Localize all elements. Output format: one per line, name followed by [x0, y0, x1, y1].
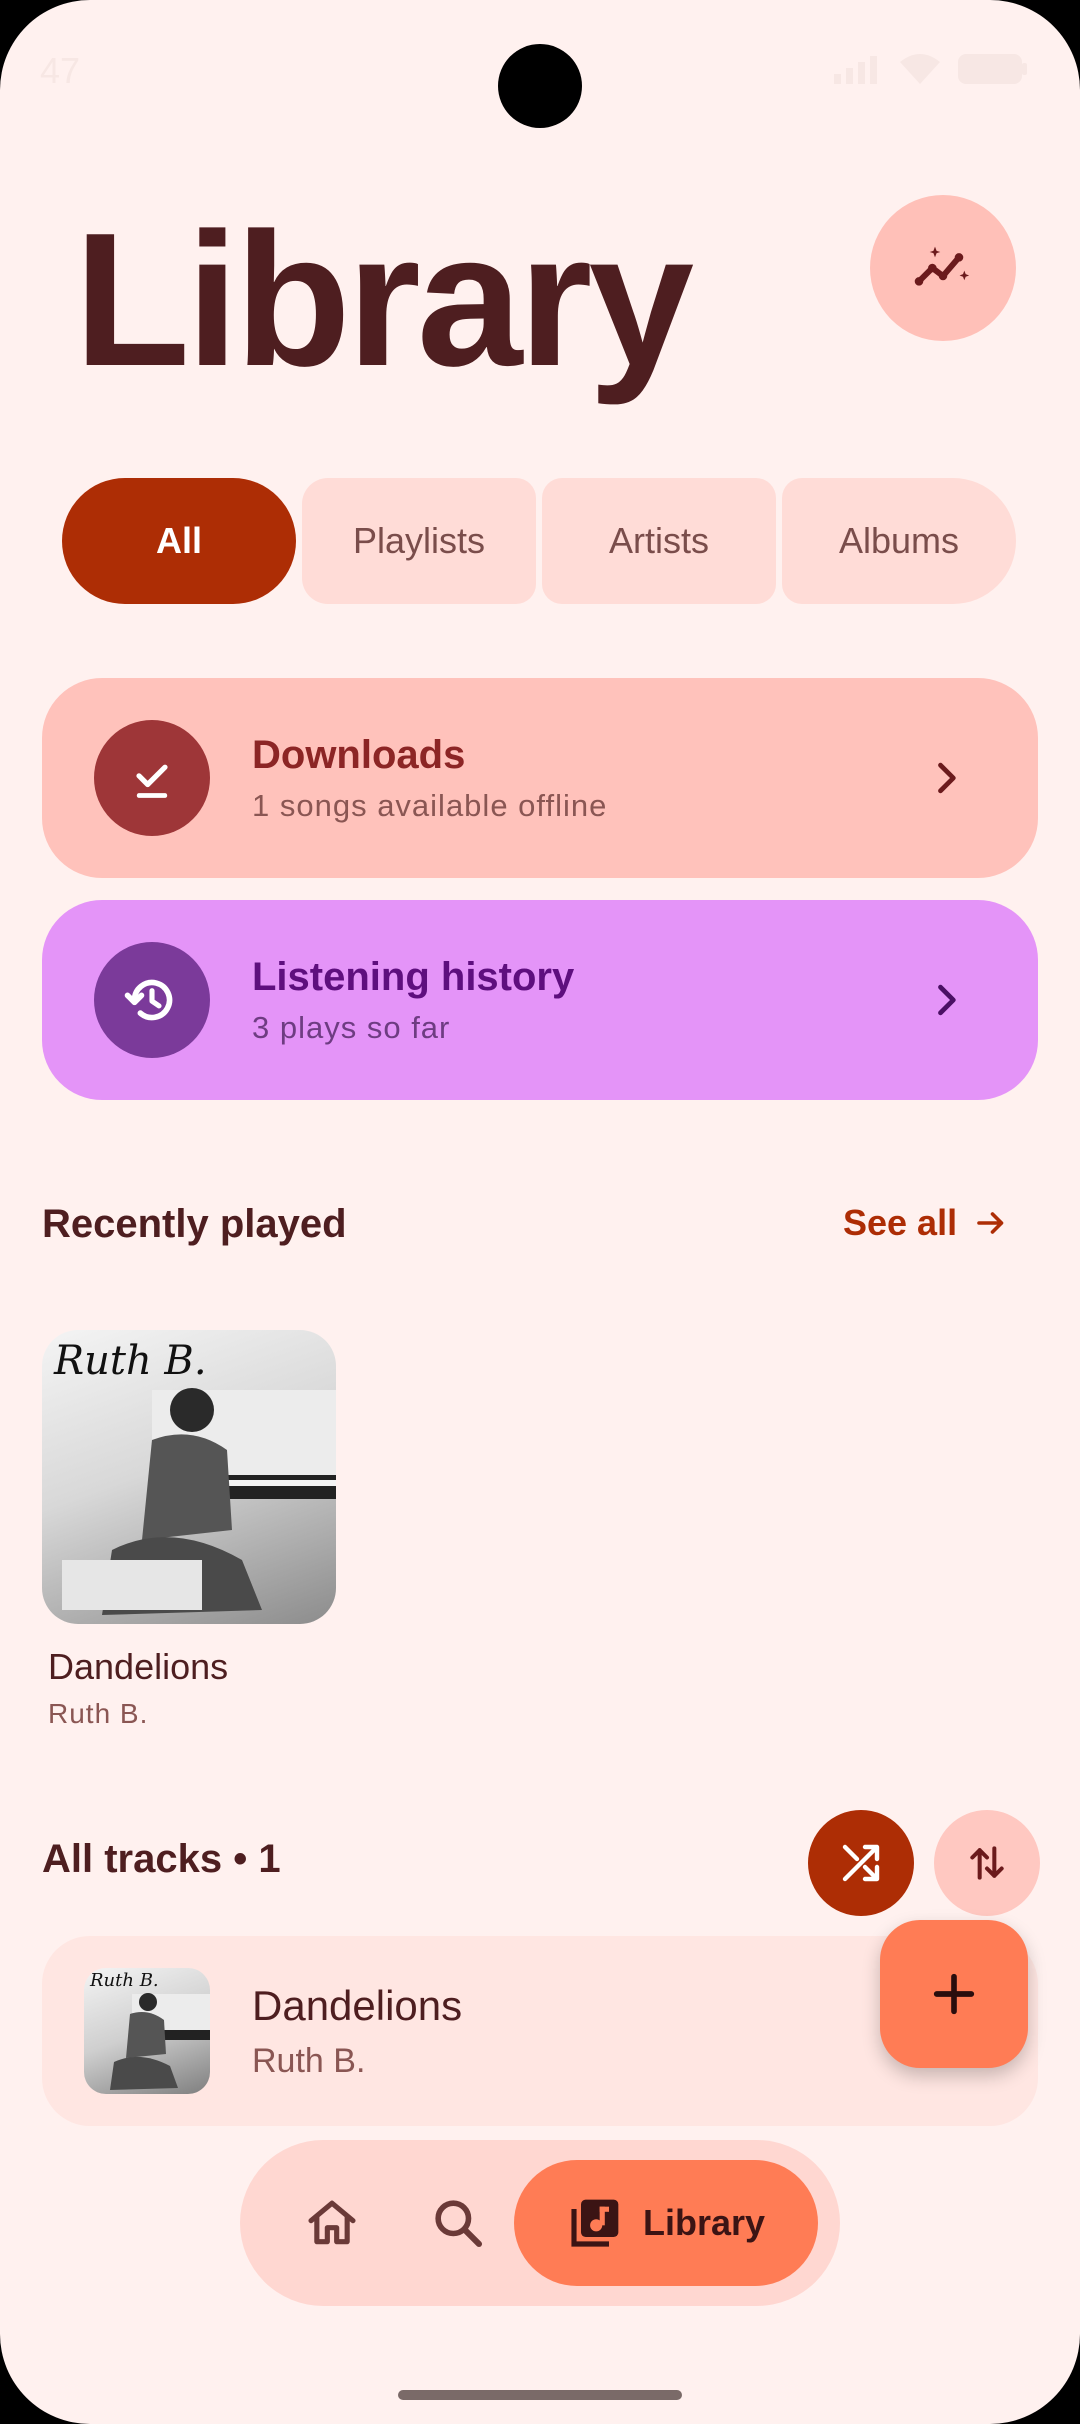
downloads-icon-circle	[94, 720, 210, 836]
bottom-nav: Library	[240, 2140, 840, 2306]
nav-home[interactable]	[292, 2183, 372, 2263]
history-icon-circle	[94, 942, 210, 1058]
see-all-label: See all	[843, 1202, 958, 1243]
history-title: Listening history	[252, 954, 575, 999]
thumb-art	[110, 1993, 210, 2090]
battery-icon	[958, 54, 1027, 84]
chip-artists[interactable]: Artists	[542, 478, 776, 604]
add-icon	[933, 1973, 975, 2015]
history-subtitle: 3 plays so far	[252, 1009, 451, 1045]
downloads-title: Downloads	[252, 732, 466, 777]
chevron-right-icon	[938, 984, 956, 1016]
signal-icon	[834, 56, 877, 84]
wifi-icon	[900, 54, 940, 84]
all-tracks-heading: All tracks • 1	[42, 1837, 281, 1881]
home-indicator[interactable]	[398, 2390, 682, 2400]
insights-button[interactable]	[870, 195, 1016, 341]
album-title: Dandelions	[48, 1646, 229, 1687]
camera-cutout	[498, 44, 582, 128]
chip-all[interactable]: All	[62, 478, 296, 604]
library-music-icon	[571, 2199, 619, 2247]
history-icon	[124, 979, 173, 1021]
chip-albums[interactable]: Albums	[782, 478, 1016, 604]
cover-art	[62, 1388, 336, 1615]
chip-playlists[interactable]: Playlists	[302, 478, 536, 604]
downloads-text: Downloads 1 songs available offline	[252, 733, 924, 824]
recently-played-heading: Recently played	[42, 1202, 347, 1246]
sort-button[interactable]	[934, 1810, 1040, 1916]
album-cover: Ruth B.	[42, 1330, 336, 1624]
listening-history-card[interactable]: Listening history 3 plays so far	[42, 900, 1038, 1100]
home-icon	[308, 2200, 356, 2245]
downloads-card[interactable]: Downloads 1 songs available offline	[42, 678, 1038, 878]
track-thumbnail: Ruth B.	[84, 1968, 210, 2094]
shuffle-icon	[842, 1844, 880, 1882]
status-icons	[832, 52, 1028, 86]
filter-chips: All Playlists Artists Albums	[62, 478, 1016, 604]
app-screen: 47 Library All Playlists Artists Albums …	[0, 0, 1080, 2424]
sort-icon	[970, 1846, 1004, 1880]
recent-album-card[interactable]: Ruth B. Dandelions Ruth B.	[42, 1330, 336, 1730]
page-title: Library	[74, 194, 694, 406]
nav-library[interactable]: Library	[514, 2160, 818, 2286]
see-all-link[interactable]: See all	[843, 1202, 1009, 1244]
chevron-right-icon	[938, 762, 956, 794]
track-artist: Ruth B.	[252, 2041, 366, 2080]
add-fab[interactable]	[880, 1920, 1028, 2068]
search-icon	[435, 2200, 483, 2248]
nav-search[interactable]	[418, 2183, 498, 2263]
check-download-icon	[136, 764, 168, 798]
nav-library-label: Library	[642, 2202, 766, 2243]
album-artist: Ruth B.	[48, 1698, 149, 1729]
downloads-subtitle: 1 songs available offline	[252, 787, 608, 823]
arrow-right-icon	[977, 1212, 1004, 1234]
history-text: Listening history 3 plays so far	[252, 955, 924, 1046]
shuffle-button[interactable]	[808, 1810, 914, 1916]
track-title: Dandelions	[252, 1981, 463, 2029]
track-info: Dandelions Ruth B.	[252, 1982, 462, 2081]
insights-icon	[914, 246, 970, 286]
status-time: 47	[40, 50, 81, 91]
